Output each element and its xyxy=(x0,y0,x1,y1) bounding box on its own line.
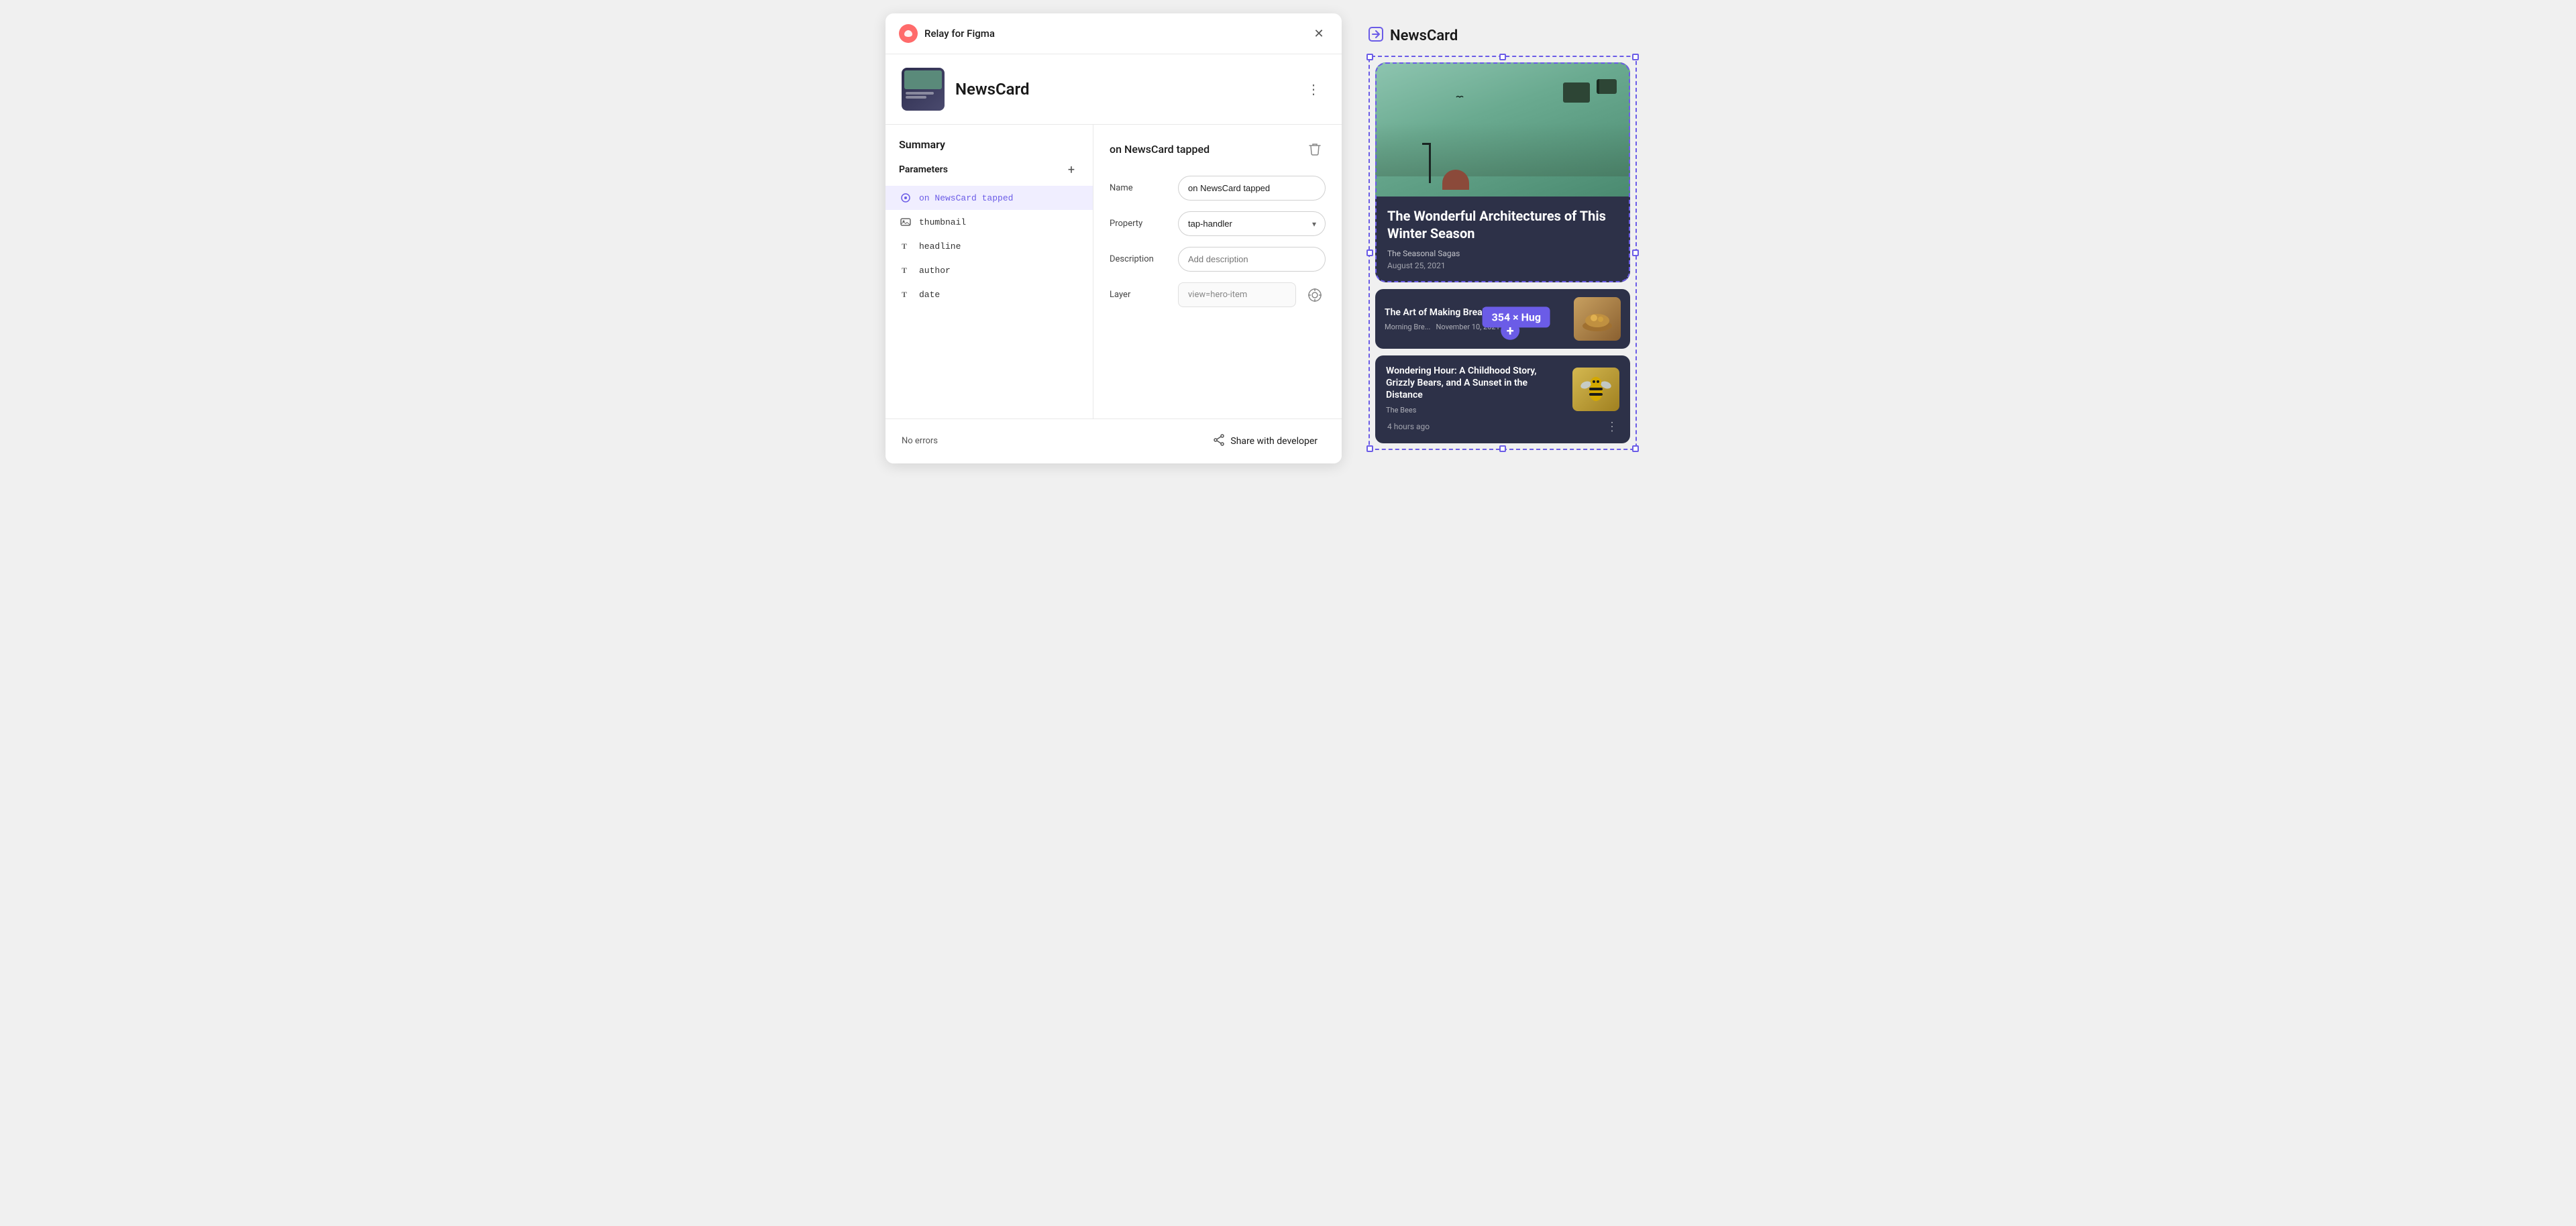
param-label-author: author xyxy=(919,266,951,276)
panel-content: Summary Parameters + on NewsCard tapped xyxy=(885,125,1342,419)
delete-button[interactable] xyxy=(1304,138,1326,160)
layer-row: Layer view=hero-item xyxy=(1110,282,1326,307)
status-text: No errors xyxy=(902,436,938,446)
detail-title: on NewsCard tapped xyxy=(1110,143,1210,156)
hero-image xyxy=(1375,62,1630,197)
bees-time: 4 hours ago xyxy=(1387,422,1430,431)
property-select[interactable]: tap-handler long-press-handler swipe-han… xyxy=(1178,211,1326,236)
share-button[interactable]: Share with developer xyxy=(1205,430,1326,453)
handle-mr xyxy=(1632,249,1639,256)
image-icon xyxy=(899,215,912,229)
param-item-author[interactable]: T author xyxy=(885,258,1093,282)
name-input[interactable] xyxy=(1178,176,1326,201)
param-label-headline: headline xyxy=(919,241,961,252)
breakfast-card[interactable]: The Art of Making Breakfast Crepes Morni… xyxy=(1375,289,1630,349)
preview-header: NewsCard xyxy=(1368,27,1677,45)
preview-canvas: The Wonderful Architectures of This Wint… xyxy=(1368,56,1637,450)
param-item-headline[interactable]: T headline xyxy=(885,234,1093,258)
add-parameter-button[interactable]: + xyxy=(1063,162,1079,178)
building-window-2 xyxy=(1597,79,1617,94)
name-row: Name xyxy=(1110,176,1326,201)
relay-icon xyxy=(1368,27,1383,45)
handle-bm xyxy=(1499,445,1506,452)
bees-thumbnail xyxy=(1572,368,1619,411)
param-item-thumbnail[interactable]: thumbnail xyxy=(885,210,1093,234)
preview-title: NewsCard xyxy=(1390,27,1458,44)
handle-ml xyxy=(1366,249,1373,256)
panel-footer: No errors Share with developer xyxy=(885,419,1342,463)
bees-card[interactable]: Wondering Hour: A Childhood Story, Grizz… xyxy=(1375,355,1630,443)
param-item-date[interactable]: T date xyxy=(885,282,1093,306)
svg-text:T: T xyxy=(902,241,907,251)
panel-header: Relay for Figma ✕ xyxy=(885,13,1342,54)
description-input[interactable] xyxy=(1178,247,1326,272)
text-icon-date: T xyxy=(899,288,912,301)
name-label: Name xyxy=(1110,183,1170,193)
parameters-header: Parameters + xyxy=(885,162,1093,186)
hero-date: August 25, 2021 xyxy=(1387,261,1618,270)
text-icon-author: T xyxy=(899,264,912,277)
share-label: Share with developer xyxy=(1230,436,1318,447)
parameters-label: Parameters xyxy=(899,164,948,175)
hero-title: The Wonderful Architectures of This Wint… xyxy=(1387,207,1618,242)
param-label-date: date xyxy=(919,290,940,300)
bees-card-inner: Wondering Hour: A Childhood Story, Grizz… xyxy=(1386,365,1619,414)
building-window-1 xyxy=(1563,82,1590,103)
hero-content: The Wonderful Architectures of This Wint… xyxy=(1375,197,1630,282)
handle-tl xyxy=(1366,54,1373,60)
app-title: Relay for Figma xyxy=(924,27,1309,40)
handle-bl xyxy=(1366,445,1373,452)
component-thumbnail xyxy=(902,68,945,111)
component-menu-button[interactable]: ⋮ xyxy=(1301,78,1326,100)
bees-bottom-row: 4 hours ago ⋮ xyxy=(1386,420,1619,434)
share-icon xyxy=(1213,434,1225,449)
handle-tr xyxy=(1632,54,1639,60)
detail-area: on NewsCard tapped Name Property xyxy=(1093,125,1342,419)
svg-text:T: T xyxy=(902,266,907,275)
description-row: Description xyxy=(1110,247,1326,272)
bees-title: Wondering Hour: A Childhood Story, Grizz… xyxy=(1386,365,1564,402)
selection-box: The Wonderful Architectures of This Wint… xyxy=(1368,56,1637,450)
app-logo xyxy=(899,24,918,43)
hero-card[interactable]: The Wonderful Architectures of This Wint… xyxy=(1375,62,1630,282)
breakfast-thumbnail xyxy=(1574,297,1621,341)
lamp-post xyxy=(1429,143,1431,183)
param-label-thumbnail: thumbnail xyxy=(919,217,966,227)
close-button[interactable]: ✕ xyxy=(1309,24,1328,43)
right-panel: NewsCard xyxy=(1355,13,1690,463)
text-icon-headline: T xyxy=(899,239,912,253)
summary-label: Summary xyxy=(885,138,1093,162)
component-title-area: NewsCard ⋮ xyxy=(885,54,1342,125)
layer-value: view=hero-item xyxy=(1178,282,1296,307)
handle-tm xyxy=(1499,54,1506,60)
detail-header: on NewsCard tapped xyxy=(1110,138,1326,160)
property-select-wrapper: tap-handler long-press-handler swipe-han… xyxy=(1178,211,1326,236)
left-panel: Relay for Figma ✕ NewsCard ⋮ Summary xyxy=(885,13,1342,463)
target-icon-button[interactable] xyxy=(1304,284,1326,306)
param-item-event[interactable]: on NewsCard tapped xyxy=(885,186,1093,210)
sidebar: Summary Parameters + on NewsCard tapped xyxy=(885,125,1093,419)
param-label-event: on NewsCard tapped xyxy=(919,193,1013,203)
description-label: Description xyxy=(1110,254,1170,264)
event-icon xyxy=(899,191,912,205)
property-label: Property xyxy=(1110,219,1170,229)
layer-label: Layer xyxy=(1110,290,1170,300)
hero-author: The Seasonal Sagas xyxy=(1387,249,1618,258)
bees-content: Wondering Hour: A Childhood Story, Grizz… xyxy=(1386,365,1564,414)
more-options-icon[interactable]: ⋮ xyxy=(1606,420,1618,434)
news-card-container: The Wonderful Architectures of This Wint… xyxy=(1375,62,1630,443)
bees-author: The Bees xyxy=(1386,406,1564,414)
handle-br xyxy=(1632,445,1639,452)
component-name: NewsCard xyxy=(955,80,1301,99)
size-badge-plus-icon: + xyxy=(1501,321,1519,339)
property-row: Property tap-handler long-press-handler … xyxy=(1110,211,1326,236)
svg-text:T: T xyxy=(902,290,907,299)
